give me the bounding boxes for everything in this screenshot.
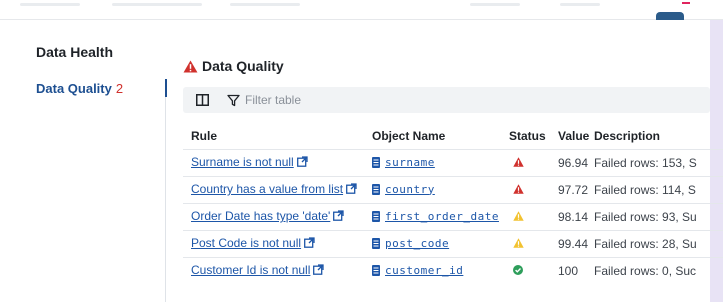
column-header-value[interactable]: Value↑ [558, 124, 594, 149]
external-link-icon[interactable] [296, 156, 308, 170]
object-link[interactable]: surname [385, 156, 435, 169]
object-link[interactable]: customer_id [385, 264, 463, 277]
status-cell [509, 256, 558, 284]
column-header-object[interactable]: Object Name [372, 124, 509, 149]
external-link-icon[interactable] [346, 183, 357, 197]
description-cell: Failed rows: 28, Su [594, 229, 723, 257]
sidebar-title: Data Health [36, 44, 114, 60]
column-header-value-label: Value [558, 129, 590, 144]
rule-cell: Customer Id is not null [183, 256, 372, 284]
description-cell: Failed rows: 0, Suc [594, 256, 723, 284]
object-link[interactable]: post_code [385, 237, 449, 250]
sidebar-item-label: Data Quality [36, 81, 112, 96]
value-cell: 97.72 [558, 175, 594, 203]
top-bar-item [560, 3, 600, 6]
warning-icon [513, 237, 524, 251]
table-row: Country has a value from list country 97.7… [183, 175, 723, 203]
warning-icon [513, 210, 524, 224]
object-cell: first_order_date [372, 202, 509, 230]
account-button[interactable] [656, 12, 684, 20]
document-icon [372, 264, 380, 279]
active-indicator [165, 79, 167, 97]
top-bar-item [20, 3, 80, 6]
top-bar-item [230, 3, 300, 6]
document-icon [372, 210, 380, 225]
object-link[interactable]: country [385, 183, 435, 196]
warning-icon [183, 59, 198, 73]
column-header-status[interactable]: Status [509, 124, 558, 149]
external-link-icon[interactable] [304, 237, 315, 251]
top-bar-item [470, 3, 520, 6]
table-row: Customer Id is not null customer_id 100 Fai… [183, 256, 723, 284]
value-cell: 96.94 [558, 148, 594, 176]
document-icon [372, 183, 380, 198]
error-icon [513, 183, 524, 197]
rule-link[interactable]: Order Date has type 'date' [191, 209, 330, 223]
status-cell [509, 175, 558, 203]
columns-icon [195, 94, 209, 106]
table-header-row: Rule Object Name Status Value↑ Descripti… [183, 124, 723, 149]
rule-link[interactable]: Customer Id is not null [191, 263, 310, 277]
rule-link[interactable]: Country has a value from list [191, 182, 343, 196]
rule-cell: Order Date has type 'date' [183, 202, 372, 230]
column-header-description[interactable]: Description [594, 124, 723, 149]
error-icon [513, 156, 524, 170]
status-cell [509, 148, 558, 176]
document-icon [372, 237, 380, 252]
top-bar [0, 0, 723, 20]
notification-indicator [682, 2, 690, 4]
description-cell: Failed rows: 114, S [594, 175, 723, 203]
value-cell: 98.14 [558, 202, 594, 230]
value-cell: 99.44 [558, 229, 594, 257]
external-link-icon[interactable] [313, 264, 325, 278]
filter-input[interactable] [245, 93, 445, 107]
sidebar-item-data-quality[interactable]: Data Quality 2 [36, 81, 123, 96]
section-title: Data Quality [202, 58, 284, 74]
status-cell [509, 202, 558, 230]
table-row: Order Date has type 'date' first_order_da… [183, 202, 723, 230]
description-cell: Failed rows: 153, S [594, 148, 723, 176]
filter-icon [227, 93, 241, 107]
sidebar-divider [165, 97, 166, 302]
issue-count-badge: 2 [115, 81, 124, 96]
object-cell: surname [372, 148, 509, 176]
column-header-rule[interactable]: Rule [183, 124, 372, 149]
rule-link[interactable]: Surname is not null [191, 155, 294, 169]
columns-button[interactable] [193, 91, 211, 109]
object-link[interactable]: first_order_date [385, 210, 499, 223]
external-link-icon[interactable] [333, 210, 344, 224]
rule-link[interactable]: Post Code is not null [191, 236, 301, 250]
table-row: Surname is not null surname 96.94 Failed ro… [183, 148, 723, 176]
check-circle-icon [513, 264, 523, 278]
data-quality-table: Rule Object Name Status Value↑ Descripti… [183, 124, 723, 284]
status-cell [509, 229, 558, 257]
rule-cell: Post Code is not null [183, 229, 372, 257]
object-cell: customer_id [372, 256, 509, 284]
table-toolbar [183, 87, 710, 113]
rule-cell: Surname is not null [183, 148, 372, 176]
table-row: Post Code is not null post_code 99.44 Faile… [183, 229, 723, 257]
description-cell: Failed rows: 93, Su [594, 202, 723, 230]
document-icon [372, 156, 380, 171]
object-cell: post_code [372, 229, 509, 257]
rule-cell: Country has a value from list [183, 175, 372, 203]
value-cell: 100 [558, 256, 594, 284]
top-bar-item [112, 3, 202, 6]
section-heading: Data Quality [183, 58, 284, 74]
object-cell: country [372, 175, 509, 203]
